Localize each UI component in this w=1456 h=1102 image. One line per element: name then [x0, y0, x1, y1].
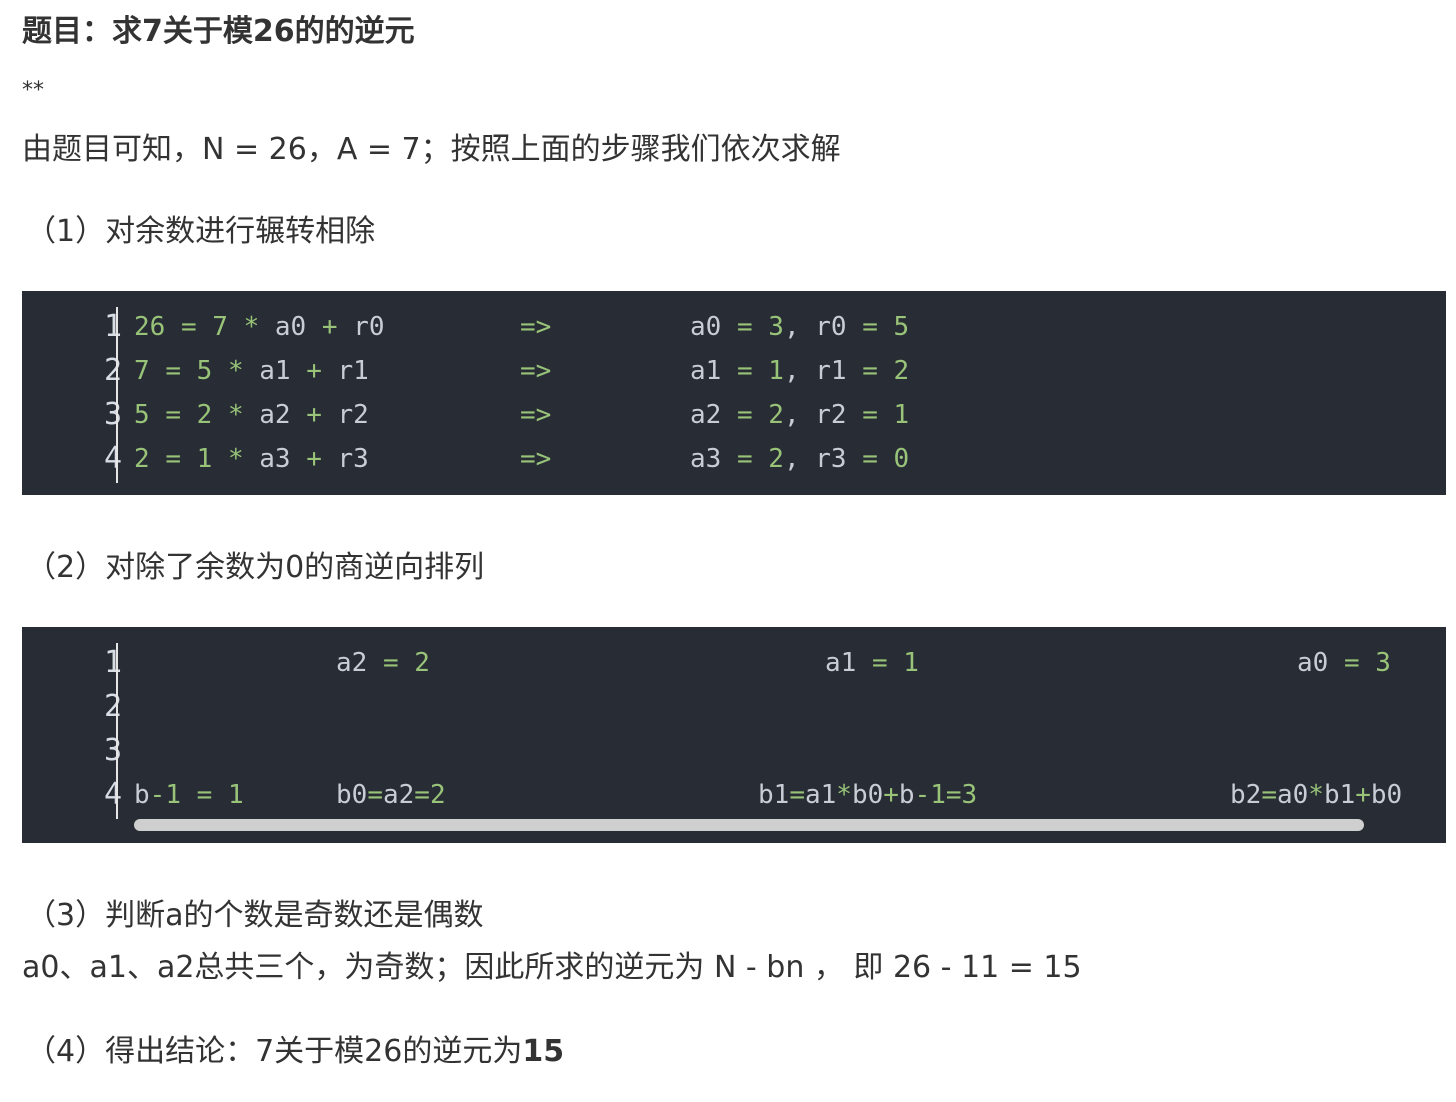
line-number: 4: [103, 777, 122, 812]
gutter-divider: [116, 643, 118, 819]
code-expression: 5 = 2 * a2 + r2: [134, 400, 369, 430]
code-result: a1 = 1, r1 = 2: [690, 356, 910, 386]
code-expression: 2 = 1 * a3 + r3: [134, 444, 369, 474]
line-number: 1: [103, 309, 122, 344]
step-3-detail: a0、a1、a2总共三个，为奇数；因此所求的逆元为 N - bn ， 即 26 …: [22, 950, 1082, 985]
line-number: 2: [103, 353, 122, 388]
code-arrow: =>: [520, 312, 552, 342]
code-block-division[interactable]: 1 2 3 4 26 = 7 * a0 + r0 => a0 = 3, r0 = 5…: [22, 291, 1446, 495]
step-1-heading: （1）对余数进行辗转相除: [26, 214, 376, 249]
problem-title: 题目：求7关于模26的的逆元: [22, 14, 415, 49]
code-arrow: =>: [520, 356, 552, 386]
code-token-group: a0 = 3: [1297, 648, 1391, 678]
code-token-group: a2 = 2: [336, 648, 430, 678]
line-number: 2: [103, 689, 122, 724]
line-number: 4: [103, 441, 122, 476]
line-number: 3: [103, 397, 122, 432]
step-4-conclusion: （4）得出结论：7关于模26的逆元为15: [26, 1030, 564, 1074]
code-expression: 7 = 5 * a1 + r1: [134, 356, 369, 386]
code-token-group: b1=a1*b0+b-1=3: [758, 780, 978, 810]
code-arrow: =>: [520, 400, 552, 430]
code-token-group: b0=a2=2: [336, 780, 446, 810]
code-arrow: =>: [520, 444, 552, 474]
code-token-group: a1 = 1: [825, 648, 919, 678]
code-result: a3 = 2, r3 = 0: [690, 444, 910, 474]
intro-text: 由题目可知，N = 26，A = 7；按照上面的步骤我们依次求解: [22, 132, 841, 167]
horizontal-scrollbar[interactable]: [134, 819, 1364, 831]
step-4-answer: 15: [522, 1034, 565, 1069]
code-result: a2 = 2, r2 = 1: [690, 400, 910, 430]
markdown-stars: **: [22, 78, 44, 103]
step-4-prefix: （4）得出结论：7关于模26的逆元为: [26, 1034, 523, 1069]
line-number: 3: [103, 733, 122, 768]
gutter-divider: [116, 307, 118, 483]
code-token-group: b2=a0*b1+b0: [1230, 780, 1403, 810]
code-token-group: b-1 = 1: [134, 780, 244, 810]
step-3-heading: （3）判断a的个数是奇数还是偶数: [26, 898, 484, 933]
code-expression: 26 = 7 * a0 + r0: [134, 312, 385, 342]
code-block-reverse[interactable]: 1 2 3 4 a2 = 2 a1 = 1 a0 = 3 b-1 = 1 b0=…: [22, 627, 1446, 843]
line-number: 1: [103, 645, 122, 680]
step-2-heading: （2）对除了余数为0的商逆向排列: [26, 550, 485, 585]
code-result: a0 = 3, r0 = 5: [690, 312, 910, 342]
